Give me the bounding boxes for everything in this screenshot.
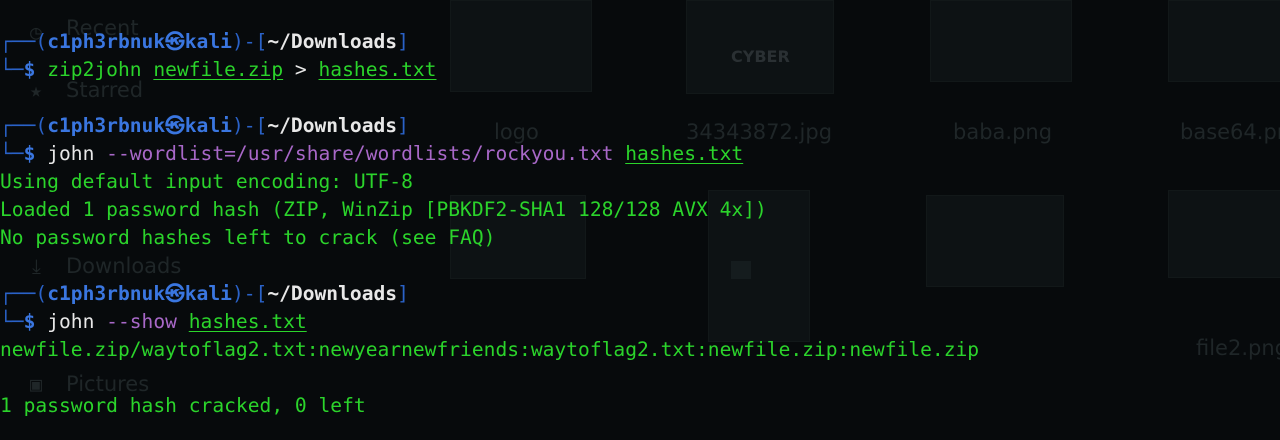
prompt-user: c1ph3rbnuk	[47, 30, 166, 53]
output-line: newfile.zip/waytoflag2.txt:newyearnewfri…	[0, 338, 980, 361]
prompt-dollar: $	[23, 310, 36, 333]
terminal-output[interactable]: ┌──(c1ph3rbnuk㉿kali)-[~/Downloads] └─$ z…	[0, 0, 1280, 440]
command-name: zip2john	[47, 58, 142, 81]
prompt-dollar: $	[23, 58, 36, 81]
command-arg: hashes.txt	[188, 310, 307, 333]
output-line: Loaded 1 password hash (ZIP, WinZip [PBK…	[0, 198, 767, 221]
prompt-dollar: $	[23, 142, 36, 165]
prompt-frame: ┌──(	[0, 114, 48, 137]
prompt-host: kali	[184, 282, 232, 305]
command-option: --show	[106, 310, 177, 333]
prompt-frame: ]	[397, 30, 409, 53]
command-line: └─$ john --show hashes.txt	[0, 308, 307, 336]
prompt-frame: )-[	[231, 30, 268, 53]
output-line: No password hashes left to crack (see FA…	[0, 226, 496, 249]
command-name: john	[47, 310, 95, 333]
command-redirect: >	[294, 58, 307, 81]
prompt-frame: )-[	[231, 282, 268, 305]
command-option: --wordlist=/usr/share/wordlists/rockyou.…	[106, 142, 614, 165]
prompt-path: ~/Downloads	[267, 282, 398, 305]
prompt-frame: ┌──(	[0, 30, 48, 53]
command-arg: hashes.txt	[625, 142, 744, 165]
command-line: └─$ zip2john newfile.zip > hashes.txt	[0, 56, 436, 84]
prompt-frame: )-[	[231, 114, 268, 137]
prompt-corner: └─	[0, 142, 24, 165]
prompt-corner: └─	[0, 310, 24, 333]
prompt-at: ㉿	[165, 30, 185, 53]
prompt-line: ┌──(c1ph3rbnuk㉿kali)-[~/Downloads]	[0, 28, 409, 56]
prompt-user: c1ph3rbnuk	[47, 282, 166, 305]
command-name: john	[47, 142, 95, 165]
command-arg: hashes.txt	[318, 58, 437, 81]
prompt-frame: ]	[397, 282, 409, 305]
prompt-host: kali	[184, 114, 232, 137]
prompt-corner: └─	[0, 58, 24, 81]
output-line: 1 password hash cracked, 0 left	[0, 394, 366, 417]
prompt-at: ㉿	[165, 114, 185, 137]
prompt-path: ~/Downloads	[267, 114, 398, 137]
prompt-frame: ]	[397, 114, 409, 137]
command-line: └─$ john --wordlist=/usr/share/wordlists…	[0, 140, 743, 168]
prompt-user: c1ph3rbnuk	[47, 114, 166, 137]
prompt-line: ┌──(c1ph3rbnuk㉿kali)-[~/Downloads]	[0, 280, 409, 308]
command-arg: newfile.zip	[153, 58, 284, 81]
output-line: Using default input encoding: UTF-8	[0, 170, 413, 193]
prompt-at: ㉿	[165, 282, 185, 305]
prompt-path: ~/Downloads	[267, 30, 398, 53]
prompt-line: ┌──(c1ph3rbnuk㉿kali)-[~/Downloads]	[0, 112, 409, 140]
prompt-frame: ┌──(	[0, 282, 48, 305]
prompt-host: kali	[184, 30, 232, 53]
